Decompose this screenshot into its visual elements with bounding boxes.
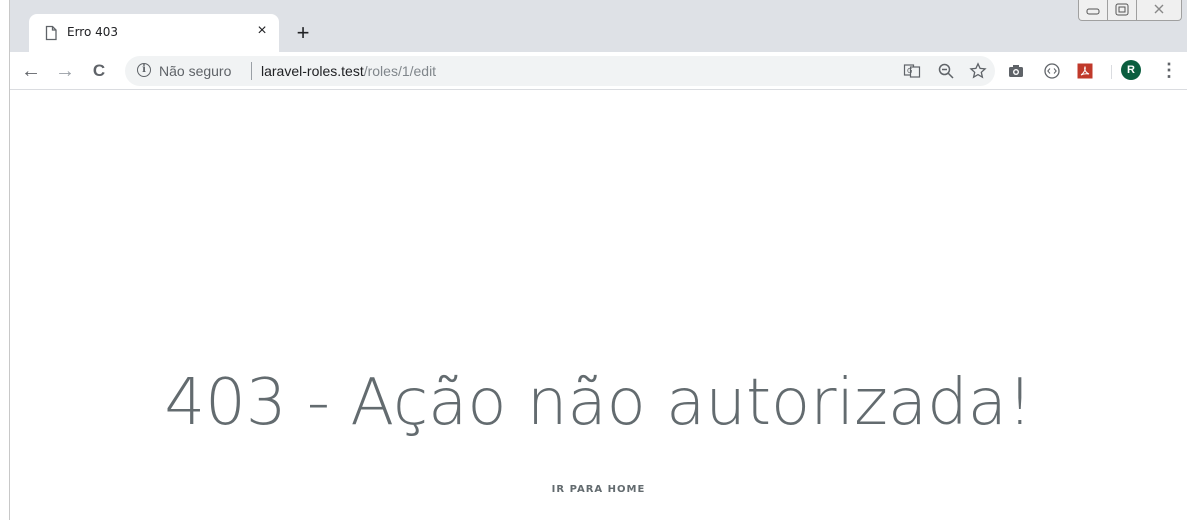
address-bar[interactable]: i Não seguro laravel-roles.test/roles/1/… xyxy=(125,56,995,86)
pdf-extension-icon[interactable] xyxy=(1076,62,1094,80)
forward-button[interactable]: → xyxy=(52,58,78,84)
url-path: /roles/1/edit xyxy=(363,63,437,79)
close-icon xyxy=(1154,4,1164,14)
tab-active[interactable]: Erro 403 × xyxy=(29,14,279,52)
tab-close-icon[interactable]: × xyxy=(253,22,271,40)
reload-button[interactable]: C xyxy=(86,58,112,84)
browser-toolbar: ← → C i Não seguro laravel-roles.test/ro… xyxy=(10,52,1187,90)
maximize-icon xyxy=(1115,3,1129,16)
page-icon xyxy=(43,25,59,41)
security-label[interactable]: Não seguro xyxy=(159,63,231,79)
minimize-button[interactable] xyxy=(1078,0,1108,21)
tab-strip: Erro 403 × + xyxy=(10,0,1187,52)
home-link[interactable]: IR PARA HOME xyxy=(10,484,1187,495)
toolbar-divider xyxy=(1111,65,1112,79)
back-button[interactable]: ← xyxy=(18,58,44,84)
url-host: laravel-roles.test xyxy=(261,63,364,79)
maximize-button[interactable] xyxy=(1107,0,1137,21)
url-text[interactable]: laravel-roles.test/roles/1/edit xyxy=(261,63,436,79)
close-window-button[interactable] xyxy=(1136,0,1182,21)
new-tab-button[interactable]: + xyxy=(292,22,314,44)
error-headline: 403 - Ação não autorizada! xyxy=(164,366,1033,440)
page-content: 403 - Ação não autorizada! IR PARA HOME xyxy=(10,90,1187,520)
translate-icon[interactable]: G xyxy=(903,62,921,80)
profile-avatar[interactable]: R xyxy=(1121,60,1141,80)
menu-icon[interactable]: ⋮ xyxy=(1160,60,1178,80)
tab-title: Erro 403 xyxy=(67,25,119,39)
zoom-out-icon[interactable] xyxy=(937,62,955,80)
info-icon[interactable]: i xyxy=(137,63,151,77)
camera-extension-icon[interactable] xyxy=(1007,62,1025,80)
window-controls xyxy=(1078,0,1182,22)
bookmark-star-icon[interactable] xyxy=(969,62,987,80)
svg-text:G: G xyxy=(907,67,912,75)
code-extension-icon[interactable] xyxy=(1043,62,1061,80)
address-separator xyxy=(251,62,252,80)
minimize-icon xyxy=(1086,8,1100,15)
